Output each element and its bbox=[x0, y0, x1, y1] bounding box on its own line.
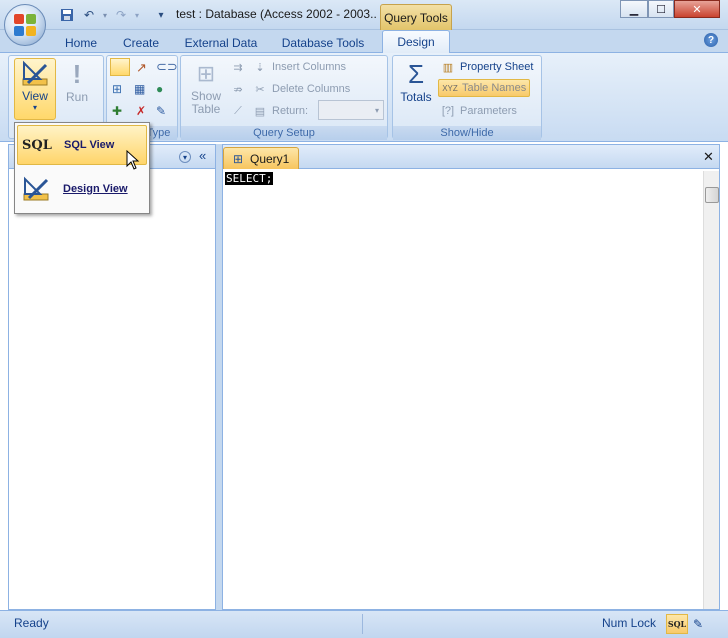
design-view-icon bbox=[22, 60, 48, 86]
query-document: ⊞ Query1 ✕ SELECT; bbox=[222, 144, 720, 610]
query-icon: ⊞ bbox=[232, 151, 244, 166]
run-button[interactable]: ! Run bbox=[62, 58, 92, 110]
context-tab-query-tools: Query Tools bbox=[380, 4, 452, 30]
totals-label: Totals bbox=[400, 90, 432, 104]
return-select[interactable]: ▾ bbox=[318, 100, 384, 120]
insert-columns-icon: ⇣ bbox=[255, 61, 265, 74]
append-query-icon[interactable]: ⊞ bbox=[112, 82, 122, 96]
delete-columns-button[interactable]: ✂ Delete Columns bbox=[252, 80, 350, 98]
scrollbar-thumb[interactable] bbox=[705, 187, 719, 203]
sql-view-label: SQL View bbox=[64, 139, 115, 151]
parameters-button[interactable]: [?] Parameters bbox=[440, 102, 517, 120]
property-sheet-label: Property Sheet bbox=[460, 61, 534, 73]
view-label: View bbox=[22, 89, 48, 103]
return-label: Return: bbox=[272, 105, 309, 117]
builder-icon[interactable]: ⟋ bbox=[230, 102, 250, 120]
close-window-button[interactable]: ✕ bbox=[674, 0, 720, 18]
mouse-cursor-icon bbox=[126, 149, 140, 173]
vertical-scrollbar[interactable] bbox=[703, 171, 719, 609]
sigma-icon: Σ bbox=[407, 59, 425, 89]
tab-query1[interactable]: ⊞ Query1 bbox=[223, 147, 299, 169]
view-button[interactable]: View ▾ bbox=[14, 58, 56, 120]
show-table-icon: ⊞ bbox=[196, 61, 216, 86]
design-view-status-icon[interactable]: ✎ bbox=[688, 614, 708, 634]
delete-query-icon[interactable]: ✗ bbox=[136, 104, 146, 118]
minimize-button[interactable]: ▁ bbox=[620, 0, 648, 18]
totals-button[interactable]: Σ Totals bbox=[398, 58, 434, 110]
delete-columns-icon: ✂ bbox=[255, 83, 265, 96]
table-names-button[interactable]: XYZ Table Names bbox=[438, 79, 531, 97]
table-names-icon: XYZ bbox=[442, 83, 458, 93]
update-query-icon[interactable]: ✚ bbox=[112, 104, 122, 118]
menu-item-design-view[interactable]: Design View bbox=[17, 169, 147, 209]
maximize-button[interactable]: ☐ bbox=[648, 0, 674, 18]
close-document-icon[interactable]: ✕ bbox=[703, 149, 714, 165]
query-tab-label: Query1 bbox=[250, 151, 290, 166]
make-table-icon[interactable]: ↗ bbox=[136, 60, 147, 76]
help-icon[interactable]: ? bbox=[704, 33, 718, 47]
query-setup-label: Query Setup bbox=[181, 126, 387, 140]
sql-editor-text[interactable]: SELECT; bbox=[225, 172, 274, 185]
show-hide-label: Show/Hide bbox=[393, 126, 541, 140]
parameters-icon: [?] bbox=[441, 105, 455, 117]
tab-external-data[interactable]: External Data bbox=[180, 33, 262, 52]
sql-icon: SQL bbox=[22, 137, 52, 153]
delete-columns-label: Delete Columns bbox=[272, 83, 351, 95]
chevron-down-icon: ▾ bbox=[374, 105, 379, 115]
sql-view-status-icon[interactable]: SQL bbox=[666, 614, 688, 634]
num-lock-indicator: Num Lock bbox=[602, 616, 657, 630]
tab-home[interactable]: Home bbox=[60, 33, 102, 52]
shutter-bar-close-icon[interactable]: « bbox=[199, 148, 206, 163]
crosstab-query-icon[interactable]: ▦ bbox=[134, 82, 145, 96]
property-sheet-button[interactable]: ▥ Property Sheet bbox=[440, 58, 534, 76]
nav-menu-chevron-icon[interactable]: ▾ bbox=[179, 151, 191, 163]
data-definition-icon[interactable]: ✎ bbox=[156, 104, 166, 118]
pass-through-icon[interactable]: ● bbox=[156, 82, 163, 96]
union-query-icon[interactable]: ⊂⊃ bbox=[156, 59, 178, 75]
status-text: Ready bbox=[14, 616, 49, 630]
design-view-icon bbox=[23, 176, 49, 201]
run-label: Run bbox=[65, 90, 88, 104]
delete-rows-icon[interactable]: ⇏ bbox=[230, 80, 250, 98]
tab-database-tools[interactable]: Database Tools bbox=[278, 33, 368, 52]
run-icon: ! bbox=[72, 59, 82, 89]
return-icon: ▤ bbox=[254, 105, 266, 118]
view-dropdown-icon: ▾ bbox=[32, 103, 37, 112]
insert-columns-button[interactable]: ⇣ Insert Columns bbox=[252, 58, 346, 76]
insert-columns-label: Insert Columns bbox=[272, 61, 346, 73]
return-label-group: ▤ Return: bbox=[252, 102, 308, 120]
customize-quick-access-icon[interactable]: ▾ bbox=[152, 6, 170, 24]
parameters-label: Parameters bbox=[460, 105, 517, 117]
tab-design[interactable]: Design bbox=[382, 30, 450, 53]
window-title: test : Database (Access 2002 - 2003... bbox=[176, 7, 376, 21]
office-logo-icon bbox=[14, 14, 36, 36]
show-table-label: Show Table bbox=[190, 89, 222, 116]
table-names-label: Table Names bbox=[462, 82, 527, 94]
select-query-icon[interactable] bbox=[110, 58, 130, 76]
insert-rows-icon[interactable]: ⇉ bbox=[230, 58, 250, 76]
tab-create[interactable]: Create bbox=[118, 33, 164, 52]
office-button[interactable] bbox=[4, 4, 46, 46]
status-separator bbox=[362, 614, 363, 634]
redo-dropdown-icon[interactable]: ▾ bbox=[128, 6, 146, 24]
save-icon[interactable] bbox=[58, 6, 76, 24]
status-bar: Ready Num Lock SQL ✎ bbox=[0, 610, 728, 638]
property-sheet-icon: ▥ bbox=[442, 61, 454, 74]
design-view-label: Design View bbox=[63, 183, 128, 195]
show-table-button[interactable]: ⊞ Show Table bbox=[188, 58, 224, 120]
